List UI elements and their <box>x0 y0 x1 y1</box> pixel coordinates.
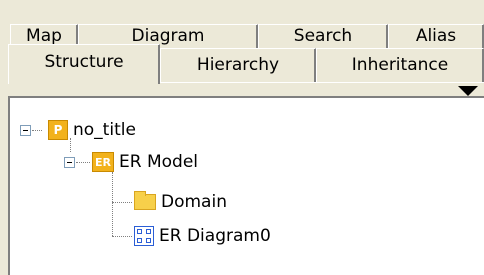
structure-tree: P no_title ER ER Model Domain ER Diagram… <box>8 96 484 275</box>
collapse-toggle-root[interactable] <box>20 125 31 136</box>
er-diagram-icon <box>134 226 154 246</box>
tree-toolbar <box>8 84 484 96</box>
tab-inheritance-label: Inheritance <box>351 55 449 75</box>
tab-alias-label: Alias <box>415 26 457 46</box>
tab-search-label: Search <box>293 26 353 46</box>
tab-alias[interactable]: Alias <box>388 24 484 50</box>
folder-icon <box>134 191 156 210</box>
collapse-toggle-er-model[interactable] <box>64 157 75 168</box>
tab-search[interactable]: Search <box>258 24 388 50</box>
tree-connector <box>112 172 113 236</box>
tab-hierarchy[interactable]: Hierarchy <box>160 48 316 82</box>
tree-node-root[interactable]: P no_title <box>48 117 136 143</box>
tab-map-label: Map <box>26 26 62 46</box>
er-model-icon: ER <box>92 152 114 172</box>
tree-node-er-model[interactable]: ER ER Model <box>92 149 198 175</box>
tree-connector <box>32 130 42 131</box>
tree-connector <box>112 236 132 237</box>
tree-node-root-label: no_title <box>73 120 136 140</box>
tree-node-er-diagram-label: ER Diagram0 <box>159 226 271 246</box>
tree-node-er-diagram[interactable]: ER Diagram0 <box>134 223 271 249</box>
tab-hierarchy-label: Hierarchy <box>196 55 280 75</box>
dropdown-arrow-icon[interactable] <box>458 86 478 96</box>
left-border <box>0 0 8 275</box>
tree-node-domain-label: Domain <box>161 192 227 212</box>
project-icon: P <box>48 120 68 140</box>
navigator-panel: Map Diagram Search Alias Structure Hiera… <box>0 0 484 275</box>
tree-node-domain[interactable]: Domain <box>134 189 227 215</box>
tree-connector <box>112 202 132 203</box>
tree-node-er-model-label: ER Model <box>119 152 198 172</box>
tree-connector <box>76 162 90 163</box>
tab-inheritance[interactable]: Inheritance <box>316 48 484 82</box>
tab-structure-label: Structure <box>44 52 124 72</box>
tab-structure[interactable]: Structure <box>8 44 160 84</box>
tab-diagram-label: Diagram <box>131 26 205 46</box>
